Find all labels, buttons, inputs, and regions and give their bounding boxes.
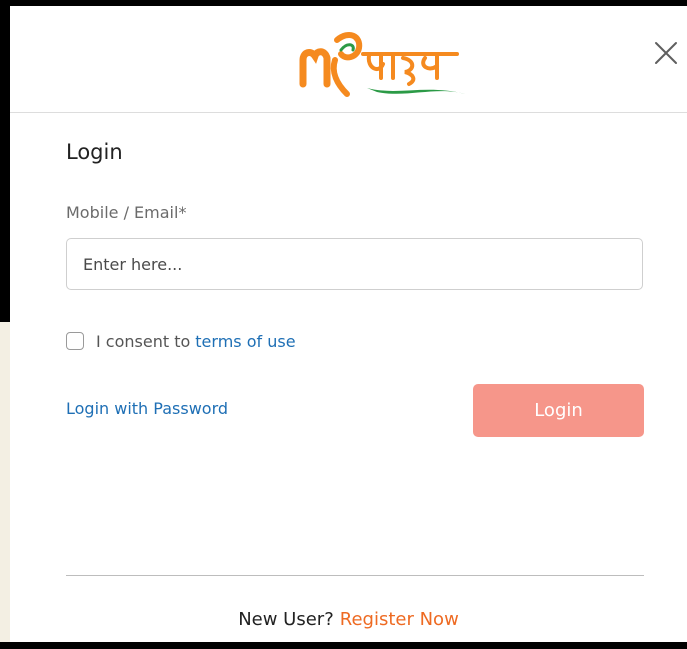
register-row: New User? Register Now: [10, 609, 687, 630]
login-button[interactable]: Login: [473, 384, 644, 437]
new-user-text: New User?: [238, 609, 334, 630]
mobile-email-input[interactable]: [66, 238, 643, 290]
register-now-link[interactable]: Register Now: [340, 609, 459, 630]
terms-of-use-link[interactable]: terms of use: [195, 332, 295, 351]
consent-checkbox[interactable]: [66, 332, 84, 350]
my-bharat-logo: [299, 31, 465, 97]
login-modal: Login Mobile / Email* I consent to terms…: [10, 6, 687, 642]
mobile-email-label: Mobile / Email*: [66, 203, 187, 222]
modal-header: [10, 6, 687, 113]
consent-text: I consent to: [96, 331, 191, 351]
footer-divider: [66, 575, 644, 576]
close-icon[interactable]: [653, 40, 679, 66]
login-title: Login: [66, 140, 123, 164]
consent-row: I consent to terms of use: [66, 330, 296, 352]
page-backdrop: [0, 322, 10, 642]
login-with-password-link[interactable]: Login with Password: [66, 399, 228, 418]
